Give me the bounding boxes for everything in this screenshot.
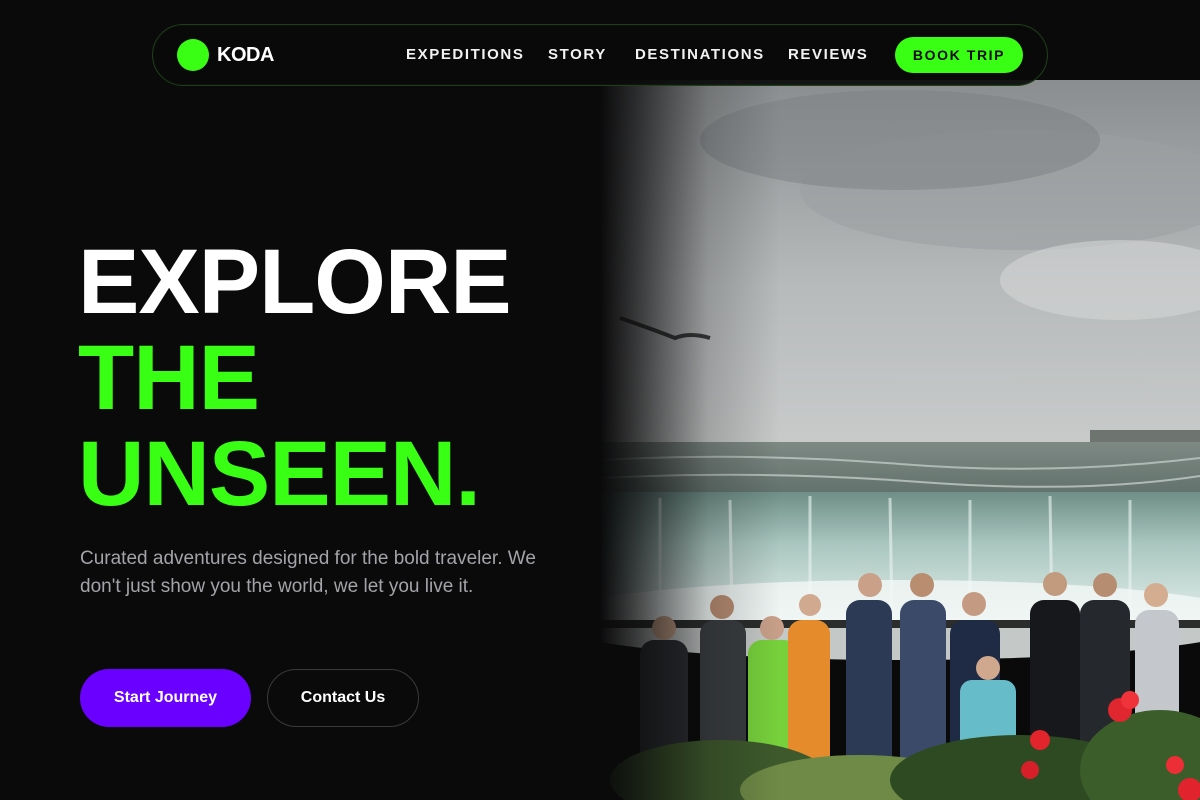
hero-subtitle: Curated adventures designed for the bold…	[80, 548, 536, 597]
top-navbar: KODA EXPEDITIONS STORY DESTINATIONS REVI…	[152, 24, 1048, 86]
nav-link-expeditions[interactable]: EXPEDITIONS	[406, 46, 524, 63]
start-journey-button[interactable]: Start Journey	[80, 669, 251, 727]
nav-link-reviews[interactable]: REVIEWS	[788, 46, 868, 63]
book-trip-button[interactable]: BOOK TRIP	[895, 37, 1023, 73]
nav-link-destinations[interactable]: DESTINATIONS	[635, 46, 765, 63]
nav-link-story[interactable]: STORY	[548, 46, 607, 63]
brand-name[interactable]: KODA	[217, 44, 274, 67]
logo-icon[interactable]	[177, 39, 209, 71]
contact-us-button[interactable]: Contact Us	[267, 669, 419, 727]
headline-line-explore: EXPLORE	[78, 231, 512, 333]
headline-line-the: THE	[78, 327, 260, 429]
hero-image-gradient	[600, 80, 1200, 800]
hero-image	[600, 80, 1200, 800]
headline-line-unseen: UNSEEN.	[78, 423, 481, 525]
